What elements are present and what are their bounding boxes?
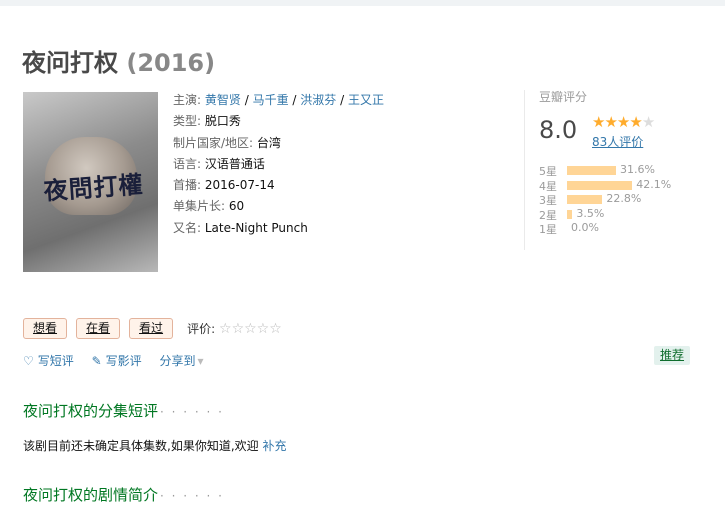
action-bar: 想看 在看 看过 评价: ☆☆☆☆☆: [23, 318, 282, 339]
actor-link[interactable]: 洪淑芬: [300, 93, 336, 107]
my-rating-stars[interactable]: ☆☆☆☆☆: [219, 321, 282, 337]
episodes-section-title: 夜问打权的分集短评 · · · · · ·: [23, 402, 224, 420]
synopsis-section-title: 夜问打权的剧情简介 · · · · · ·: [23, 486, 224, 504]
title-name: 夜问打权: [22, 49, 118, 77]
star-filled-icon: ★: [616, 113, 630, 131]
rating-score: 8.0: [539, 116, 578, 144]
info-language: 语言: 汉语普通话: [173, 154, 384, 175]
title-year: (2016): [126, 49, 216, 77]
rating-source-label: 豆瓣评分: [539, 90, 588, 104]
tool-links: ♡ 写短评 ✎ 写影评 分享到 ▾: [23, 352, 232, 369]
rating-votes-link[interactable]: 83人评价: [592, 133, 643, 150]
rating-stars: ★★★★★: [592, 113, 655, 131]
rating-bar-fill: [567, 209, 573, 219]
watched-button[interactable]: 看过: [129, 318, 174, 339]
premiere-label: 首播:: [173, 178, 202, 193]
actor-link[interactable]: 王又正: [348, 93, 384, 107]
language-label: 语言:: [173, 156, 202, 171]
write-short-review[interactable]: ♡ 写短评: [23, 354, 74, 368]
rating-bar-fill: [567, 195, 603, 204]
rating-bar-label: 1星: [539, 223, 557, 236]
actor-link[interactable]: 黄智贤: [205, 93, 241, 107]
runtime-label: 单集片长:: [173, 199, 226, 214]
rating-panel: 豆瓣评分 8.0 ★★★★★ 83人评价: [539, 88, 655, 149]
share-dropdown[interactable]: 分享到 ▾: [160, 354, 218, 368]
add-episodes-link[interactable]: 补充: [262, 439, 286, 453]
info-aka: 又名: Late-Night Punch: [173, 218, 384, 239]
genre-label: 类型:: [173, 114, 202, 129]
info-runtime: 单集片长: 60: [173, 196, 384, 217]
info-genre: 类型: 脱口秀: [173, 111, 384, 132]
info-country: 制片国家/地区: 台湾: [173, 133, 384, 154]
aka-value: Late-Night Punch: [204, 220, 308, 235]
my-rating-label: 评价:: [187, 322, 216, 336]
rating-bar-percent: 0.0%: [571, 221, 599, 234]
country-label: 制片国家/地区:: [173, 135, 254, 150]
star-filled-icon: ★: [629, 113, 642, 131]
recommend-button[interactable]: 推荐: [654, 346, 691, 365]
want-to-watch-button[interactable]: 想看: [23, 318, 68, 339]
rating-bar-percent: 3.5%: [576, 206, 605, 220]
genre-value: 脱口秀: [204, 114, 241, 129]
aka-label: 又名:: [173, 220, 202, 235]
info-starring: 主演: 黄智贤 / 马千重 / 洪淑芬 / 王又正: [173, 93, 384, 107]
star-filled-icon: ★: [592, 113, 605, 131]
rating-bar-percent: 42.1%: [636, 177, 672, 191]
starring-label: 主演:: [173, 93, 202, 107]
premiere-value: 2016-07-14: [204, 178, 275, 193]
watching-button[interactable]: 在看: [76, 318, 121, 339]
runtime-value: 60: [228, 199, 245, 214]
country-value: 台湾: [256, 135, 281, 150]
actor-link[interactable]: 马千重: [253, 93, 289, 107]
comment-icon: ♡: [23, 354, 34, 368]
star-filled-icon: ★: [604, 113, 617, 131]
episodes-note: 该剧目前还未确定具体集数,如果你知道,欢迎 补充: [23, 439, 287, 453]
rating-bar-fill: [567, 180, 633, 190]
poster-image[interactable]: 夜問打權: [23, 92, 158, 272]
top-strip: [0, 0, 725, 6]
rating-bar-fill: [567, 166, 616, 175]
rating-bar-percent: 22.8%: [606, 192, 642, 205]
info-premiere: 首播: 2016-07-14: [173, 175, 384, 196]
info-panel: 主演: 黄智贤 / 马千重 / 洪淑芬 / 王又正 类型: 脱口秀 制片国家/地…: [173, 90, 384, 239]
rating-bar-percent: 31.6%: [619, 163, 655, 176]
pencil-icon: ✎: [91, 354, 102, 368]
poster-title-text: 夜問打權: [42, 169, 145, 206]
star-empty-icon: ★: [641, 113, 655, 131]
language-value: 汉语普通话: [204, 156, 265, 171]
rating-divider: [524, 90, 525, 250]
my-rating: 评价: ☆☆☆☆☆: [187, 320, 282, 337]
chevron-down-icon: ▾: [197, 354, 204, 368]
write-review[interactable]: ✎ 写影评: [92, 354, 142, 368]
page-title: 夜问打权 (2016): [22, 43, 215, 78]
